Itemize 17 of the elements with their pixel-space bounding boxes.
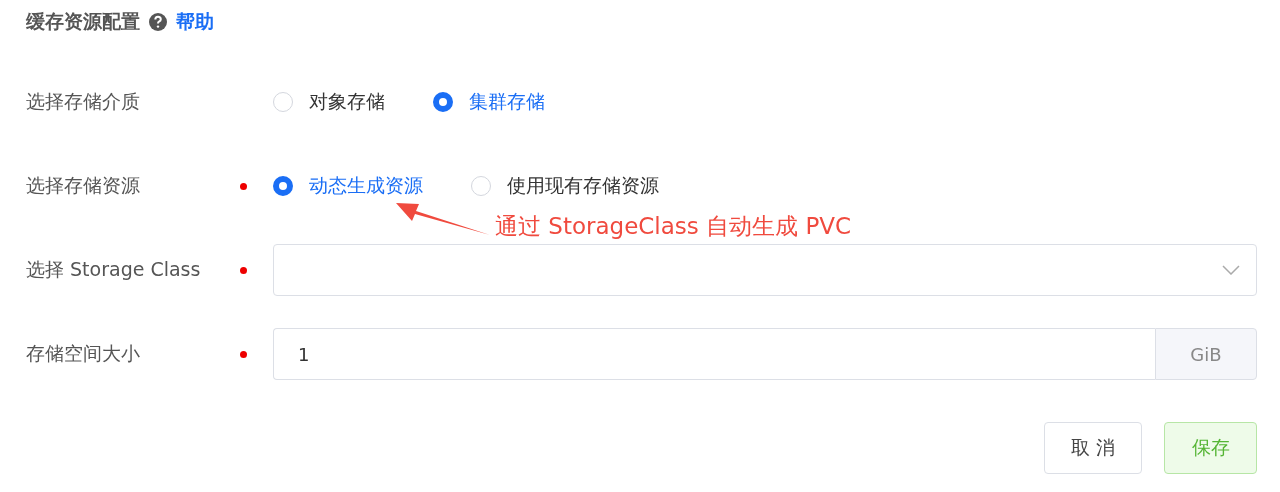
annotation-text: 通过 StorageClass 自动生成 PVC	[495, 212, 852, 241]
radio-option[interactable]: 集群存储	[433, 89, 545, 115]
section-title: 缓存资源配置	[26, 9, 140, 34]
chevron-down-icon	[1222, 265, 1240, 275]
field-label: 选择 Storage Class	[26, 257, 202, 282]
help-icon[interactable]	[148, 12, 168, 32]
field-label: 选择存储介质	[26, 89, 141, 114]
input-field[interactable]: 1	[273, 328, 1155, 380]
field-label: 存储空间大小	[26, 341, 141, 366]
field-label: 选择存储资源	[26, 173, 141, 198]
select-field[interactable]	[273, 244, 1257, 296]
radio-option[interactable]: 动态生成资源	[273, 173, 423, 199]
radio-option[interactable]: 对象存储	[273, 89, 385, 115]
help-link[interactable]: 帮助	[176, 9, 214, 35]
cancel-button[interactable]: 取 消	[1044, 422, 1142, 474]
radio-option[interactable]: 使用现有存储资源	[471, 173, 659, 199]
unit-addon: GiB	[1155, 328, 1257, 380]
